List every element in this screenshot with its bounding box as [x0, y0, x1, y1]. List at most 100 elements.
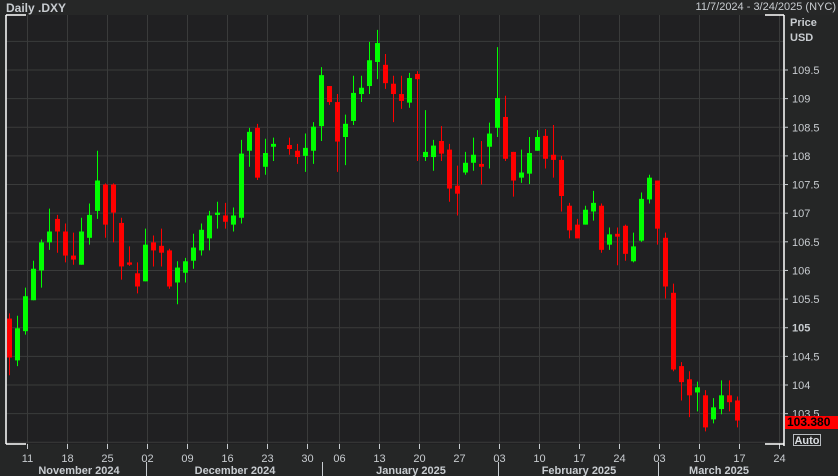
candle-body-down[interactable]	[439, 141, 444, 154]
candle-body-down[interactable]	[575, 224, 580, 239]
candle-body-down[interactable]	[511, 151, 516, 181]
x-tick-label: 25	[101, 453, 113, 465]
candle-body-up[interactable]	[263, 153, 268, 167]
candle-body-down[interactable]	[335, 102, 340, 142]
candlestick-chart[interactable]: 11 18 25 02 09 16 23 30 06 13 20 27 03 10 17 24 03 10 17 24…	[0, 0, 838, 476]
auto-scale-button[interactable]: Auto	[793, 434, 821, 447]
candle-body-up[interactable]	[711, 407, 716, 420]
candle-body-down[interactable]	[327, 86, 332, 103]
candle-body-down[interactable]	[383, 64, 388, 84]
candle-body-up[interactable]	[463, 162, 468, 173]
candle-body-up[interactable]	[343, 123, 348, 137]
candle-body-up[interactable]	[631, 246, 636, 262]
candle-body-up[interactable]	[23, 296, 28, 332]
candle-body-up[interactable]	[39, 242, 44, 271]
y-tick-label: 107.5	[792, 180, 820, 192]
candle-body-down[interactable]	[103, 184, 108, 225]
candle-body-up[interactable]	[143, 244, 148, 282]
candle-body-down[interactable]	[479, 163, 484, 167]
candle-body-down[interactable]	[735, 400, 740, 421]
candle-body-up[interactable]	[183, 261, 188, 273]
candle-body-down[interactable]	[727, 395, 732, 403]
candle-body-up[interactable]	[367, 60, 372, 87]
candle-body-down[interactable]	[391, 83, 396, 95]
candle-body-up[interactable]	[607, 234, 612, 245]
candle-body-down[interactable]	[167, 250, 172, 287]
candle-body-down[interactable]	[159, 245, 164, 253]
candle-body-up[interactable]	[95, 180, 100, 211]
candle-body-up[interactable]	[695, 387, 700, 393]
candle-body-down[interactable]	[671, 292, 676, 370]
candle-body-down[interactable]	[151, 242, 156, 251]
candle-body-down[interactable]	[599, 205, 604, 250]
candle-body-up[interactable]	[423, 151, 428, 158]
candle-body-up[interactable]	[495, 98, 500, 128]
candle-body-up[interactable]	[487, 133, 492, 147]
candle-body-up[interactable]	[647, 177, 652, 200]
candle-body-up[interactable]	[31, 268, 36, 301]
candle-body-down[interactable]	[255, 127, 260, 178]
candle-body-down[interactable]	[551, 154, 556, 160]
candle-body-up[interactable]	[519, 172, 524, 178]
candle-body-down[interactable]	[295, 150, 300, 158]
month-label: January 2025	[376, 465, 446, 476]
candle-body-up[interactable]	[215, 212, 220, 215]
candle-body-up[interactable]	[247, 131, 252, 151]
candle-body-down[interactable]	[447, 149, 452, 189]
candle-body-down[interactable]	[55, 218, 60, 232]
candle-body-down[interactable]	[111, 184, 116, 213]
candle-body-up[interactable]	[311, 126, 316, 151]
candle-body-up[interactable]	[583, 209, 588, 225]
candle-body-down[interactable]	[223, 215, 228, 222]
y-tick-label: 104.5	[792, 351, 820, 363]
candle-body-up[interactable]	[719, 395, 724, 410]
candle-body-down[interactable]	[415, 73, 420, 80]
candle-body-up[interactable]	[319, 75, 324, 127]
candle-body-down[interactable]	[615, 233, 620, 237]
candle-body-up[interactable]	[351, 92, 356, 121]
candle-body-up[interactable]	[535, 136, 540, 151]
candle-body-down[interactable]	[119, 222, 124, 267]
candle-body-down[interactable]	[63, 231, 68, 256]
candle-body-up[interactable]	[191, 247, 196, 261]
candle-body-down[interactable]	[687, 379, 692, 396]
candle-body-down[interactable]	[655, 180, 660, 229]
candle-body-down[interactable]	[703, 395, 708, 428]
candle-body-up[interactable]	[199, 229, 204, 251]
candle-body-down[interactable]	[399, 94, 404, 101]
candle-body-up[interactable]	[207, 215, 212, 239]
candle-body-down[interactable]	[503, 116, 508, 159]
candle-body-down[interactable]	[7, 318, 12, 358]
y-tick-label: 106.5	[792, 237, 820, 249]
candle-body-down[interactable]	[71, 255, 76, 260]
candle-body-down[interactable]	[663, 237, 668, 287]
candle-body-up[interactable]	[271, 143, 276, 147]
candle-body-up[interactable]	[79, 231, 84, 265]
candle-body-down[interactable]	[623, 225, 628, 254]
candle-body-up[interactable]	[303, 147, 308, 156]
candle-body-down[interactable]	[559, 159, 564, 196]
candle-body-down[interactable]	[135, 273, 140, 287]
candle-body-up[interactable]	[231, 215, 236, 225]
candle-body-up[interactable]	[527, 153, 532, 174]
y-tick-label: 106	[792, 265, 810, 277]
candle-body-up[interactable]	[15, 328, 20, 361]
candle-body-up[interactable]	[407, 78, 412, 103]
candle-body-up[interactable]	[47, 231, 52, 243]
candle-body-up[interactable]	[375, 43, 380, 62]
candle-body-down[interactable]	[567, 205, 572, 231]
candle-body-up[interactable]	[175, 267, 180, 283]
candle-body-down[interactable]	[679, 366, 684, 383]
candle-body-up[interactable]	[471, 154, 476, 163]
candle-body-down[interactable]	[455, 185, 460, 194]
candle-body-up[interactable]	[359, 87, 364, 95]
candle-body-up[interactable]	[431, 145, 436, 158]
candle-body-up[interactable]	[239, 153, 244, 218]
candle-body-up[interactable]	[87, 214, 92, 238]
candle-body-up[interactable]	[639, 198, 644, 241]
y-tick-label: 105	[792, 323, 810, 335]
candle-body-down[interactable]	[287, 145, 292, 150]
candle-body-up[interactable]	[591, 202, 596, 212]
candle-body-down[interactable]	[127, 262, 132, 265]
candle-body-down[interactable]	[543, 135, 548, 159]
